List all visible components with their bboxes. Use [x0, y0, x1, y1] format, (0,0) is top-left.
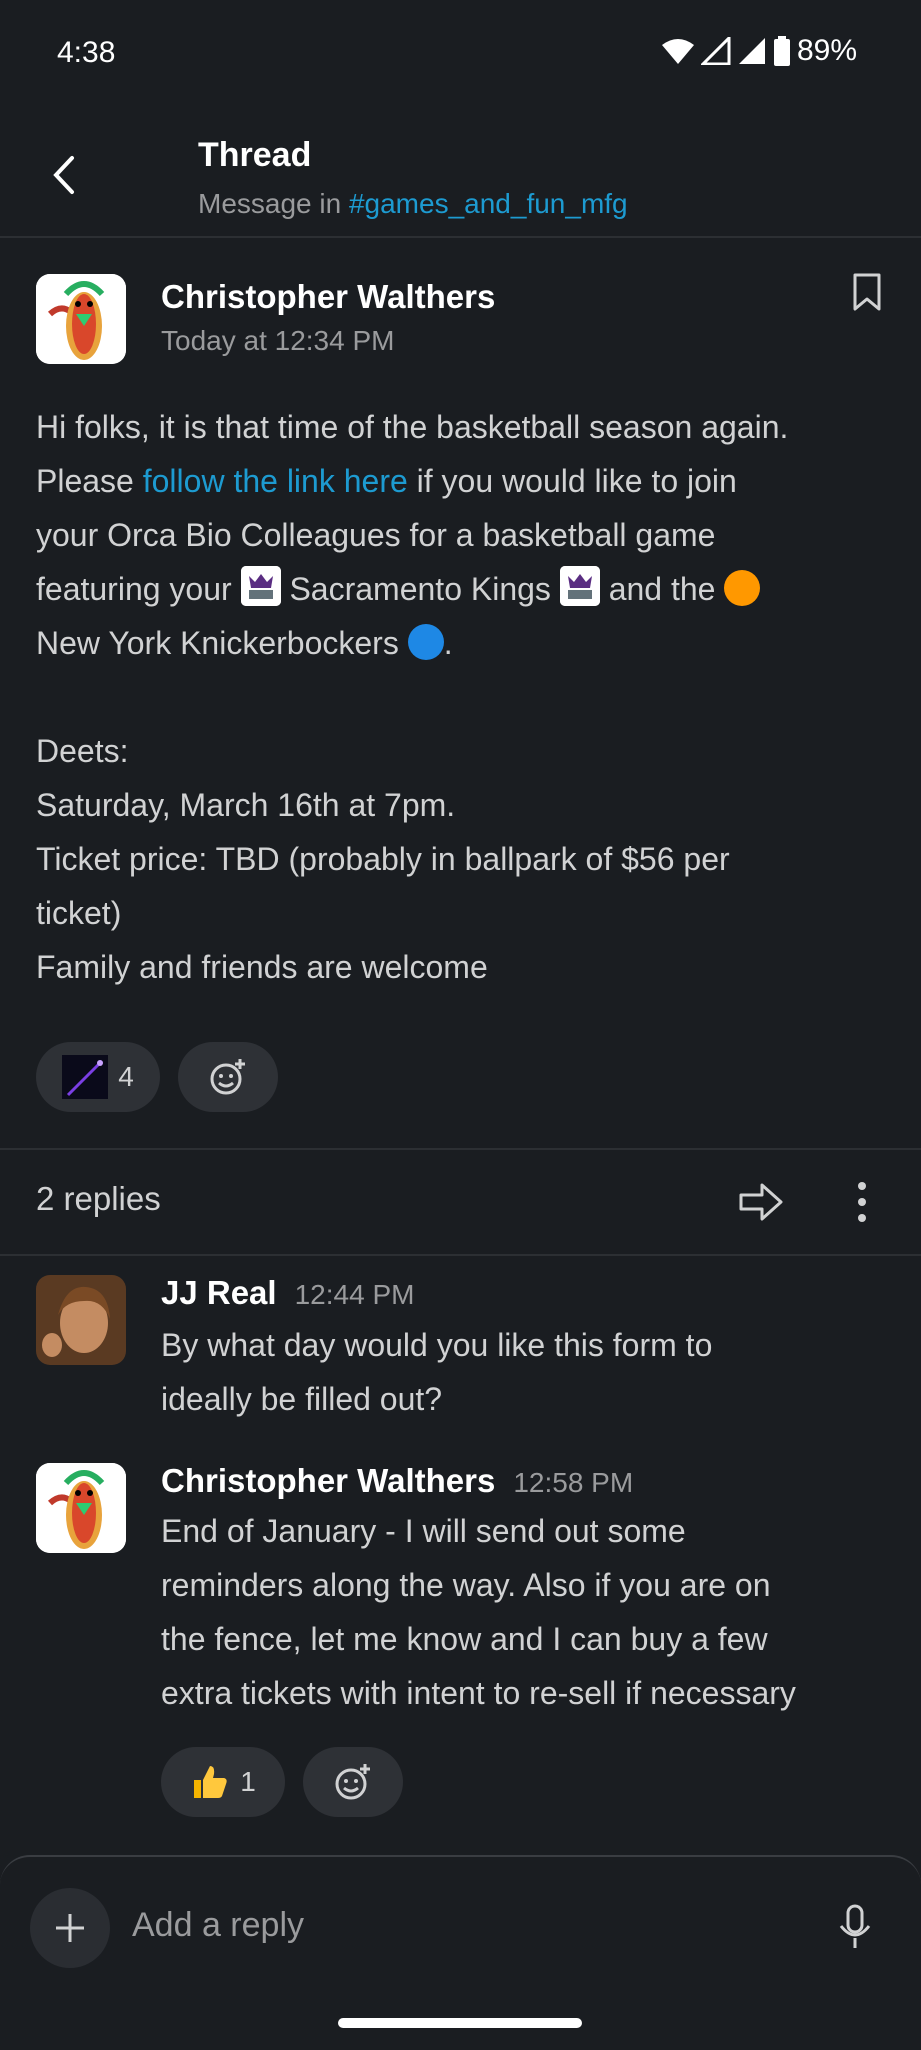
- author-name[interactable]: JJ Real: [161, 1274, 277, 1312]
- share-arrow-icon[interactable]: [738, 1180, 784, 1224]
- add-reaction-icon: [210, 1059, 245, 1095]
- reaction-pill[interactable]: 4: [36, 1042, 160, 1112]
- message-line: extra tickets with intent to re-sell if …: [161, 1675, 796, 1711]
- divider: [0, 1148, 921, 1150]
- wifi-icon: [661, 39, 694, 64]
- chevron-left-icon[interactable]: [44, 150, 84, 200]
- reply-header: JJ Real 12:44 PM: [161, 1274, 414, 1312]
- attach-button[interactable]: [30, 1888, 110, 1968]
- page-title: Thread: [198, 136, 312, 174]
- reaction-count: 4: [118, 1061, 134, 1092]
- author-name[interactable]: Christopher Walthers: [161, 1462, 495, 1500]
- subtitle-prefix: Message in: [198, 188, 349, 219]
- divider: [0, 236, 921, 238]
- message-timestamp: Today at 12:34 PM: [161, 325, 395, 356]
- message-line: Family and friends are welcome: [36, 949, 488, 985]
- message-timestamp: 12:58 PM: [513, 1467, 634, 1498]
- message-line: the fence, let me know and I can buy a f…: [161, 1621, 768, 1657]
- add-reaction-button[interactable]: [178, 1042, 278, 1112]
- message-line: Ticket price: TBD (probably in ballpark …: [36, 841, 730, 877]
- message-line: ideally be filled out?: [161, 1381, 443, 1417]
- message-line: Please follow the link here if you would…: [36, 463, 737, 499]
- message-line: New York Knickerbockers .: [36, 624, 453, 661]
- reply-body: End of January - I will send out some re…: [161, 1504, 901, 1720]
- channel-link[interactable]: #games_and_fun_mfg: [349, 188, 628, 219]
- message-line: Deets:: [36, 733, 129, 769]
- custom-emoji-icon: [62, 1055, 109, 1099]
- hotdog-avatar-icon: [36, 274, 126, 364]
- microphone-icon[interactable]: [838, 1904, 872, 1950]
- message-line: Saturday, March 16th at 7pm.: [36, 787, 456, 823]
- avatar[interactable]: [36, 1463, 126, 1553]
- kings-emoji: [559, 566, 600, 606]
- add-reaction-icon: [335, 1764, 370, 1800]
- hotdog-avatar-icon: [36, 1463, 126, 1553]
- author-name[interactable]: Christopher Walthers: [161, 278, 495, 316]
- divider: [0, 1254, 921, 1256]
- message-line: your Orca Bio Colleagues for a basketbal…: [36, 517, 716, 553]
- signal-icon: [738, 38, 765, 64]
- follow-link[interactable]: follow the link here: [143, 463, 408, 499]
- message-line: ticket): [36, 895, 122, 931]
- orange-circle-emoji: [724, 570, 761, 606]
- message-timestamp: 12:44 PM: [294, 1279, 415, 1310]
- add-reaction-button[interactable]: [303, 1747, 403, 1817]
- battery-icon: [773, 36, 790, 66]
- blue-circle-emoji: [407, 624, 444, 660]
- kings-emoji: [240, 566, 281, 606]
- avatar[interactable]: [36, 274, 126, 364]
- home-indicator[interactable]: [338, 2018, 582, 2028]
- status-time: 4:38: [57, 36, 116, 69]
- message-line: Hi folks, it is that time of the basketb…: [36, 409, 789, 445]
- thumbs-up-emoji: [194, 1766, 227, 1798]
- reaction-pill[interactable]: 1: [161, 1747, 285, 1817]
- avatar[interactable]: [36, 1275, 126, 1365]
- replies-count: 2 replies: [36, 1180, 161, 1217]
- plus-icon: [56, 1914, 84, 1942]
- reply-header: Christopher Walthers 12:58 PM: [161, 1462, 633, 1500]
- reply-body: By what day would you like this form to …: [161, 1318, 901, 1426]
- more-vertical-icon[interactable]: [856, 1180, 868, 1224]
- reaction-count: 1: [240, 1766, 256, 1797]
- message-line: By what day would you like this form to: [161, 1327, 713, 1363]
- battery-percent: 89%: [796, 34, 857, 67]
- message-line: featuring your Sacramento Kings and the: [36, 562, 896, 616]
- reply-input[interactable]: Add a reply: [132, 1906, 304, 1945]
- bookmark-icon[interactable]: [852, 272, 882, 312]
- status-icons: 89%: [661, 34, 857, 68]
- message-line: reminders along the way. Also if you are…: [161, 1567, 771, 1603]
- thread-subtitle: Message in #games_and_fun_mfg: [198, 188, 628, 220]
- message-line: End of January - I will send out some: [161, 1513, 686, 1549]
- signal-icon: [700, 37, 731, 65]
- person-avatar-icon: [36, 1275, 126, 1365]
- message-body: Hi folks, it is that time of the basketb…: [36, 400, 896, 994]
